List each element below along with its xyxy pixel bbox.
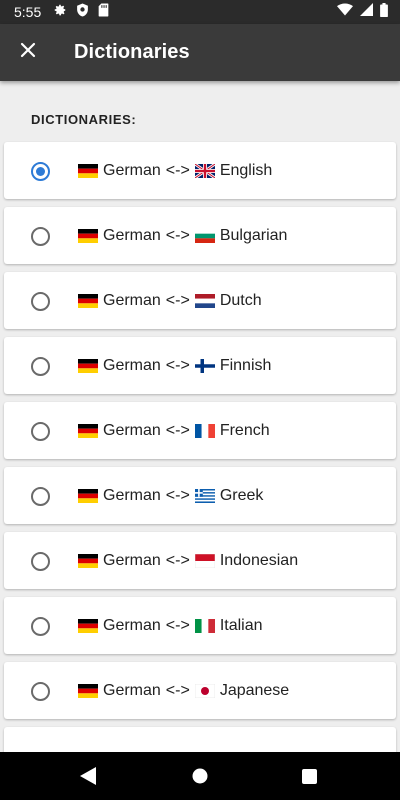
german-flag-icon — [78, 423, 98, 438]
dictionary-item-french[interactable]: German <-> French — [4, 402, 396, 459]
radio-button[interactable] — [31, 552, 50, 571]
bulgarian-flag-icon — [194, 228, 215, 243]
greek-flag-icon — [194, 488, 215, 503]
target-language: French — [219, 421, 270, 439]
dictionary-label: German <-> Greek — [78, 487, 263, 505]
close-icon — [20, 42, 36, 63]
source-language: German — [103, 226, 161, 244]
radio-button[interactable] — [31, 162, 50, 181]
source-language: German — [103, 681, 161, 699]
target-language: Italian — [219, 616, 263, 634]
source-language: German — [103, 551, 161, 569]
dictionary-label: German <-> Bulgarian — [78, 227, 287, 245]
source-language: German — [103, 356, 161, 374]
home-icon[interactable] — [192, 768, 208, 789]
shield-icon — [76, 3, 89, 22]
signal-icon — [360, 3, 373, 21]
dictionary-label: German <-> Finnish — [78, 357, 271, 375]
radio-button[interactable] — [31, 292, 50, 311]
target-language: Indonesian — [219, 551, 299, 569]
sd-card-icon — [98, 3, 109, 22]
radio-button[interactable] — [31, 682, 50, 701]
source-language: German — [103, 291, 161, 309]
radio-button[interactable] — [31, 357, 50, 376]
french-flag-icon — [194, 423, 215, 438]
target-language: Bulgarian — [219, 226, 288, 244]
dictionary-item-indonesian[interactable]: German <-> Indonesian — [4, 532, 396, 589]
german-flag-icon — [78, 683, 98, 698]
radio-button[interactable] — [31, 227, 50, 246]
dutch-flag-icon — [194, 293, 215, 308]
status-bar: 5:55 — [0, 0, 400, 24]
german-flag-icon — [78, 618, 98, 633]
language-separator: <-> — [165, 616, 190, 634]
target-language: Greek — [219, 486, 264, 504]
german-flag-icon — [78, 293, 98, 308]
section-header: DICTIONARIES: — [31, 112, 137, 127]
dictionary-item-italian[interactable]: German <-> Italian — [4, 597, 396, 654]
target-language: English — [219, 161, 273, 179]
source-language: German — [103, 486, 161, 504]
radio-button[interactable] — [31, 422, 50, 441]
page-title: Dictionaries — [74, 41, 190, 63]
navigation-bar — [0, 752, 400, 800]
german-flag-icon — [78, 488, 98, 503]
status-icons-right — [337, 2, 388, 22]
language-separator: <-> — [165, 356, 190, 374]
battery-icon — [380, 2, 388, 22]
dictionary-label: German <-> English — [78, 162, 272, 180]
back-icon[interactable] — [80, 767, 97, 790]
source-language: German — [103, 161, 161, 179]
dictionary-item-finnish[interactable]: German <-> Finnish — [4, 337, 396, 394]
indonesian-flag-icon — [194, 553, 215, 568]
language-separator: <-> — [165, 421, 190, 439]
status-icons-left — [53, 3, 109, 22]
status-time: 5:55 — [14, 4, 42, 20]
dictionary-label: German <-> French — [78, 422, 270, 440]
dictionary-label: German <-> Indonesian — [78, 552, 298, 570]
dictionary-label: German <-> Japanese — [78, 682, 289, 700]
finnish-flag-icon — [194, 358, 215, 373]
dictionary-label: German <-> Dutch — [78, 292, 262, 310]
language-separator: <-> — [165, 226, 190, 244]
dictionary-item-bulgarian[interactable]: German <-> Bulgarian — [4, 207, 396, 264]
language-separator: <-> — [165, 681, 190, 699]
recents-icon[interactable] — [302, 769, 317, 789]
source-language: German — [103, 616, 161, 634]
dictionary-item-english[interactable]: German <-> English — [4, 142, 396, 199]
italian-flag-icon — [194, 618, 215, 633]
target-language: Finnish — [219, 356, 272, 374]
dictionary-list: German <-> English German <-> Bulgarian German… — [4, 142, 396, 792]
target-language: Japanese — [219, 681, 290, 699]
radio-button[interactable] — [31, 617, 50, 636]
japanese-flag-icon — [194, 683, 215, 698]
wifi-icon — [337, 3, 353, 21]
language-separator: <-> — [165, 291, 190, 309]
english-flag-icon — [194, 163, 215, 178]
dictionary-item-greek[interactable]: German <-> Greek — [4, 467, 396, 524]
german-flag-icon — [78, 228, 98, 243]
close-button[interactable] — [0, 25, 56, 81]
radio-button[interactable] — [31, 487, 50, 506]
dictionary-label: German <-> Italian — [78, 617, 263, 635]
language-separator: <-> — [165, 486, 190, 504]
german-flag-icon — [78, 358, 98, 373]
dictionary-item-dutch[interactable]: German <-> Dutch — [4, 272, 396, 329]
source-language: German — [103, 421, 161, 439]
language-separator: <-> — [165, 551, 190, 569]
language-separator: <-> — [165, 161, 190, 179]
app-bar: Dictionaries — [0, 24, 400, 81]
german-flag-icon — [78, 163, 98, 178]
gear-icon — [53, 3, 67, 22]
german-flag-icon — [78, 553, 98, 568]
target-language: Dutch — [219, 291, 262, 309]
dictionary-item-japanese[interactable]: German <-> Japanese — [4, 662, 396, 719]
